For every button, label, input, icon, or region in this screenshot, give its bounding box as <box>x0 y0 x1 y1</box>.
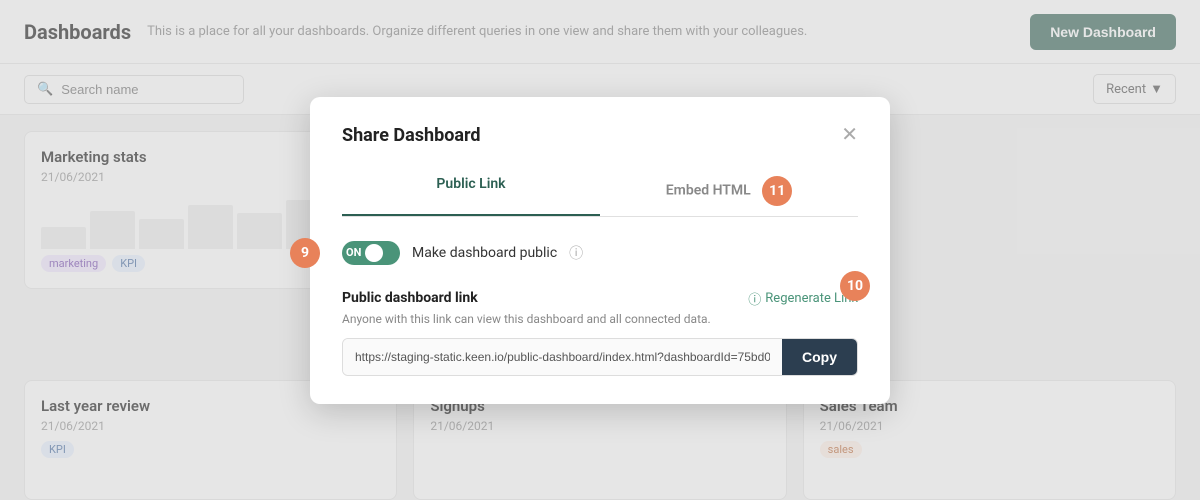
modal-overlay: Share Dashboard ✕ Public Link Embed HTML… <box>0 0 1200 500</box>
link-header: Public dashboard link ⓘ Regenerate Link <box>342 289 858 308</box>
link-input-row: Copy <box>342 338 858 376</box>
public-link-input[interactable] <box>343 339 782 375</box>
close-button[interactable]: ✕ <box>841 125 858 145</box>
tab-public-link[interactable]: Public Link <box>342 166 600 216</box>
modal-title: Share Dashboard <box>342 125 481 146</box>
toggle-text: Make dashboard public <box>412 245 557 261</box>
tab-embed-html[interactable]: Embed HTML 11 <box>600 166 858 216</box>
embed-badge: 11 <box>762 176 792 206</box>
toggle-knob <box>365 244 383 262</box>
modal-tabs: Public Link Embed HTML 11 <box>342 166 858 217</box>
tab-public-link-label: Public Link <box>436 176 505 192</box>
toggle-on-label: ON <box>346 246 361 259</box>
share-dashboard-modal: Share Dashboard ✕ Public Link Embed HTML… <box>310 97 890 404</box>
modal-header: Share Dashboard ✕ <box>342 125 858 146</box>
toggle-row: 9 ON Make dashboard public ⓘ <box>342 241 858 265</box>
link-section-title: Public dashboard link <box>342 290 478 306</box>
tab-embed-html-label: Embed HTML <box>666 182 751 198</box>
step-9-badge: 9 <box>290 238 320 268</box>
link-description: Anyone with this link can view this dash… <box>342 312 858 326</box>
step-10-badge: 10 <box>840 271 870 301</box>
public-toggle[interactable]: ON <box>342 241 400 265</box>
info-circle-icon: ⓘ <box>748 289 761 308</box>
copy-button[interactable]: Copy <box>782 339 857 375</box>
link-section: 10 Public dashboard link ⓘ Regenerate Li… <box>342 289 858 376</box>
info-icon: ⓘ <box>569 243 583 263</box>
